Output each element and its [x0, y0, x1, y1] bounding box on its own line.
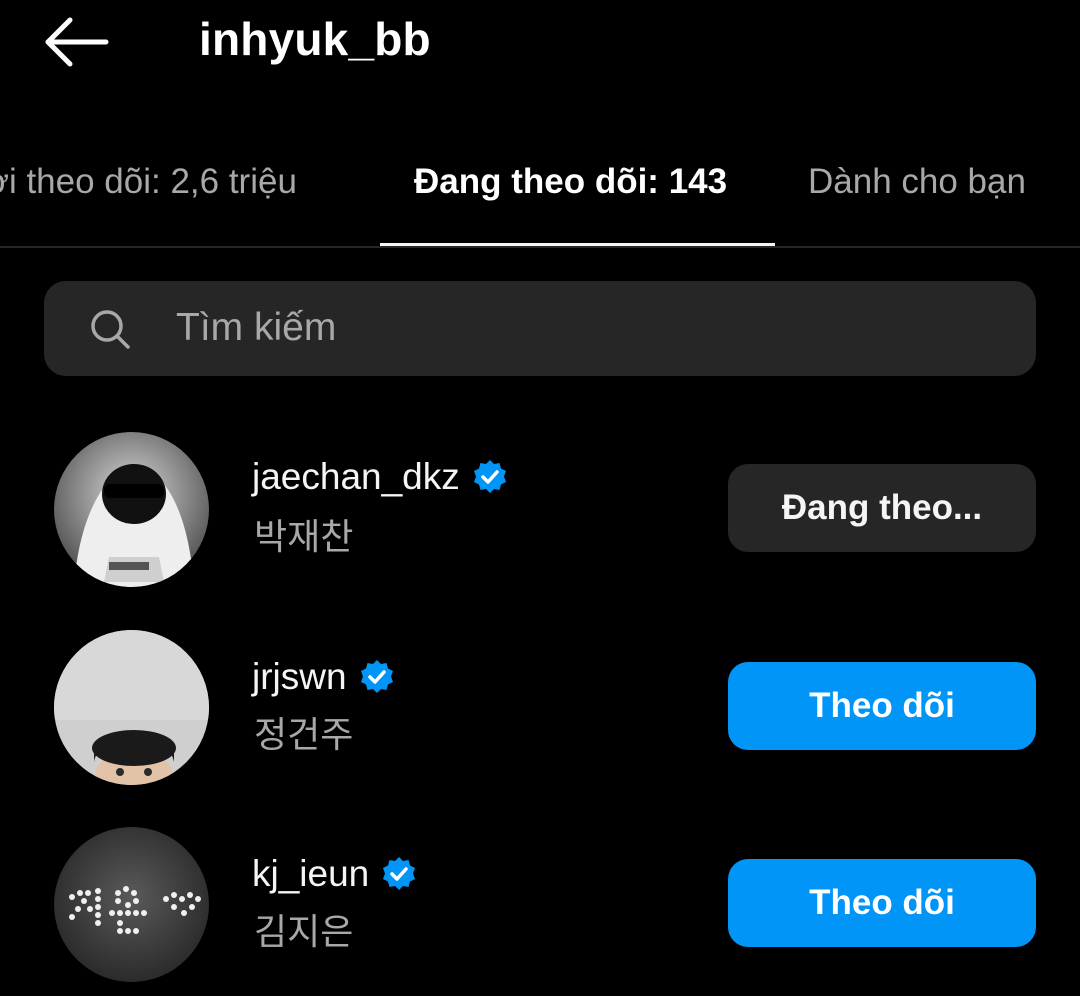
username: kj_ieun — [252, 853, 370, 894]
search-placeholder: Tìm kiếm — [176, 306, 337, 349]
tab-followers[interactable]: ời theo dõi: 2,6 triệu — [0, 162, 297, 202]
username: jrjswn — [252, 656, 347, 697]
tabs-divider — [0, 246, 1080, 248]
verified-badge-icon — [472, 459, 508, 495]
list-item: jaechan_dkz 박재찬 Đang theo... — [0, 420, 1080, 600]
avatar[interactable] — [54, 827, 209, 982]
tab-following[interactable]: Đang theo dõi: 143 — [414, 162, 727, 202]
profile-username-title: inhyuk_bb — [199, 13, 431, 65]
following-button[interactable]: Đang theo... — [728, 464, 1036, 552]
avatar[interactable] — [54, 432, 209, 587]
username-row[interactable]: jaechan_dkz — [252, 456, 508, 498]
follow-tabs: ời theo dõi: 2,6 triệu Đang theo dõi: 14… — [0, 140, 1080, 248]
top-bar: inhyuk_bb — [0, 0, 1080, 90]
full-name: 박재찬 — [254, 517, 354, 558]
verified-badge-icon — [359, 659, 395, 695]
username-row[interactable]: jrjswn — [252, 656, 395, 698]
search-icon — [88, 307, 132, 351]
tab-for-you[interactable]: Dành cho bạn — [808, 162, 1026, 202]
verified-badge-icon — [381, 856, 417, 892]
list-item: kj_ieun 김지은 Theo dõi — [0, 815, 1080, 995]
full-name: 김지은 — [254, 912, 354, 953]
username-row[interactable]: kj_ieun — [252, 853, 417, 895]
username: jaechan_dkz — [252, 456, 460, 497]
follow-button[interactable]: Theo dõi — [728, 662, 1036, 750]
avatar[interactable] — [54, 630, 209, 785]
list-item: jrjswn 정건주 Theo dõi — [0, 618, 1080, 798]
following-screen: inhyuk_bb ời theo dõi: 2,6 triệu Đang th… — [0, 0, 1080, 996]
back-arrow-icon[interactable] — [40, 14, 114, 70]
follow-button[interactable]: Theo dõi — [728, 859, 1036, 947]
full-name: 정건주 — [254, 715, 354, 756]
